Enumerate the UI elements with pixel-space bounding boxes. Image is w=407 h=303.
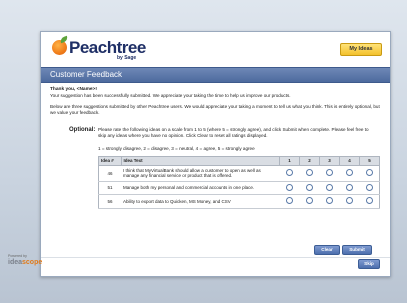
column-header-3: 3: [319, 156, 340, 166]
greeting: Thank you, <Name>!: [50, 87, 97, 92]
rating-radio-5[interactable]: [365, 169, 373, 177]
column-header-4: 4: [339, 156, 360, 166]
confirmation-text: Your suggestion has been successfully su…: [50, 93, 291, 98]
rating-radio-2[interactable]: [306, 169, 313, 177]
peach-logo-icon: [52, 40, 67, 55]
rating-radio-5[interactable]: [365, 197, 373, 205]
instructions-text: Please rate the following ideas on a sca…: [98, 127, 369, 138]
column-header-2: 2: [299, 156, 320, 166]
rating-radio-4[interactable]: [346, 183, 353, 191]
table-row: 56 Ability to export data to Quicken, MS…: [98, 194, 380, 209]
page-title: Customer Feedback: [50, 70, 123, 79]
table-header-row: Idea # Idea Text 1 2 3 4 5: [98, 156, 380, 166]
powered-by-label: Powered by: [8, 254, 27, 258]
rating-radio-5[interactable]: [365, 183, 373, 191]
idea-text: I think that MyVirtualBank should allow …: [121, 165, 280, 182]
table-row: 46 I think that MyVirtualBank should all…: [98, 165, 380, 182]
table-row: 51 Manage both my personal and commercia…: [98, 181, 380, 196]
idea-text: Manage both my personal and commercial a…: [121, 181, 280, 196]
rating-radio-4[interactable]: [346, 197, 353, 205]
submit-button[interactable]: Submit: [342, 245, 372, 255]
header: Peachtree by Sage My Ideas: [41, 32, 390, 66]
scale-legend: 1 = strongly disagree, 2 = disagree, 3 =…: [98, 146, 255, 151]
skip-button[interactable]: Skip: [358, 259, 380, 269]
logo-text-scope: scope: [22, 259, 43, 266]
column-header-5: 5: [359, 156, 380, 166]
leaf-icon: [59, 35, 69, 44]
brand-sub: by Sage: [117, 55, 137, 61]
idea-number: 56: [98, 194, 121, 209]
rating-radio-1[interactable]: [286, 183, 293, 191]
rating-radio-4[interactable]: [346, 169, 353, 177]
my-ideas-button[interactable]: My Ideas: [340, 43, 382, 56]
rating-radio-1[interactable]: [286, 169, 293, 177]
ideascope-logo: ideascope: [8, 259, 42, 266]
intro-text: Below are three suggestions submitted by…: [50, 104, 380, 115]
idea-number: 51: [98, 181, 121, 196]
logo-text-idea: idea: [8, 259, 23, 266]
idea-text: Ability to export data to Quicken, MS Mo…: [121, 194, 280, 209]
rating-radio-3[interactable]: [326, 197, 333, 205]
rating-radio-3[interactable]: [326, 169, 333, 177]
column-header-idea-text: Idea Text: [120, 156, 280, 166]
idea-number: 46: [98, 165, 121, 182]
rating-radio-3[interactable]: [326, 183, 333, 191]
optional-label: Optional:: [69, 127, 96, 133]
column-header-1: 1: [279, 156, 300, 166]
rating-radio-1[interactable]: [286, 197, 293, 205]
column-header-idea-number: Idea #: [98, 156, 122, 166]
titlebar: Customer Feedback: [41, 67, 390, 83]
ideas-table: Idea # Idea Text 1 2 3 4 5 46 I think th…: [98, 156, 380, 209]
rating-radio-2[interactable]: [306, 197, 313, 205]
clear-button[interactable]: Clear: [314, 245, 340, 255]
divider: [41, 257, 390, 258]
feedback-panel: Peachtree by Sage My Ideas Customer Feed…: [40, 31, 391, 277]
rating-radio-2[interactable]: [306, 183, 313, 191]
